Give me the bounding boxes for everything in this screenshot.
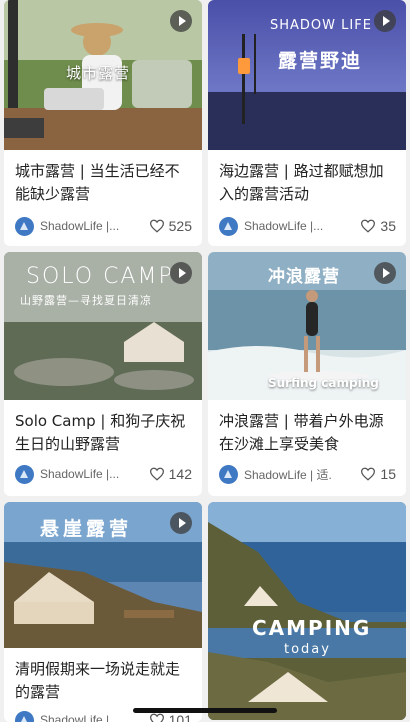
heart-icon [360, 467, 376, 481]
like-button[interactable]: 35 [360, 218, 396, 234]
post-thumbnail[interactable]: SOLO CAMP 山野露营—寻找夏日清凉 [4, 252, 202, 400]
thumbnail-caption: 悬崖露营 [40, 514, 132, 541]
heart-icon [149, 467, 165, 481]
post-title[interactable]: Solo Camp | 和狗子庆祝生日的山野露营 [15, 410, 192, 456]
avatar[interactable] [219, 217, 238, 236]
avatar[interactable] [15, 217, 34, 236]
post-meta: ShadowLife |... 35 [219, 216, 396, 236]
post-title[interactable]: 城市露营 | 当生活已经不能缺少露营 [15, 160, 192, 206]
like-count: 15 [380, 466, 396, 482]
post-title[interactable]: 清明假期来一场说走就走的露营 [15, 658, 192, 704]
author-name[interactable]: ShadowLife | 适... [244, 466, 332, 483]
thumbnail-caption-top: SHADOW LIFE [270, 18, 372, 33]
post-thumbnail[interactable]: SHADOW LIFE 露营野迪 [208, 0, 406, 150]
heart-icon [360, 219, 376, 233]
thumbnail-caption-bottom: today [284, 642, 331, 657]
thumbnail-caption: 山野露营—寻找夏日清凉 [20, 292, 152, 308]
post-thumbnail[interactable]: 城市露营 [4, 0, 202, 150]
post-card-cliff-camping[interactable]: 悬崖露营 清明假期来一场说走就走的露营 ShadowLife |... 101 [4, 502, 202, 722]
like-count: 35 [380, 218, 396, 234]
thumbnail-caption: CAMPING [252, 616, 371, 640]
post-title[interactable]: 冲浪露营 | 带着户外电源在沙滩上享受美食 [219, 410, 396, 456]
avatar[interactable] [15, 465, 34, 484]
play-icon [170, 262, 192, 284]
post-feed: 城市露营 城市露营 | 当生活已经不能缺少露营 ShadowLife |... … [0, 0, 410, 720]
post-card-solo-camp[interactable]: SOLO CAMP 山野露营—寻找夏日清凉 Solo Camp | 和狗子庆祝生… [4, 252, 202, 496]
post-thumbnail[interactable]: 悬崖露营 [4, 502, 202, 648]
like-count: 525 [169, 218, 192, 234]
thumbnail-caption-bottom: Surfing camping [268, 376, 379, 390]
author-name[interactable]: ShadowLife |... [40, 467, 128, 481]
play-icon [374, 10, 396, 32]
like-count: 142 [169, 466, 192, 482]
thumbnail-caption: 冲浪露营 [268, 262, 340, 287]
like-button[interactable]: 101 [149, 712, 192, 722]
author-name[interactable]: ShadowLife |... [40, 713, 128, 722]
like-button[interactable]: 15 [360, 466, 396, 482]
home-indicator[interactable] [133, 708, 277, 713]
like-button[interactable]: 142 [149, 466, 192, 482]
heart-icon [149, 713, 165, 722]
like-button[interactable]: 525 [149, 218, 192, 234]
author-name[interactable]: ShadowLife |... [244, 219, 332, 233]
post-title[interactable]: 海边露营 | 路过都赋想加入的露营活动 [219, 160, 396, 206]
post-thumbnail[interactable]: CAMPING today [208, 502, 406, 720]
author-name[interactable]: ShadowLife |... [40, 219, 128, 233]
post-card-surf-camping[interactable]: 冲浪露营 Surfing camping 冲浪露营 | 带着户外电源在沙滩上享受… [208, 252, 406, 496]
thumbnail-caption-top: SOLO CAMP [26, 264, 174, 289]
post-card-beach-camping[interactable]: SHADOW LIFE 露营野迪 海边露营 | 路过都赋想加入的露营活动 Sha… [208, 0, 406, 246]
post-card-city-camping[interactable]: 城市露营 城市露营 | 当生活已经不能缺少露营 ShadowLife |... … [4, 0, 202, 246]
thumbnail-caption: 露营野迪 [278, 46, 362, 73]
post-meta: ShadowLife | 适... 15 [219, 464, 396, 484]
post-thumbnail[interactable]: 冲浪露营 Surfing camping [208, 252, 406, 400]
thumbnail-caption: 城市露营 [66, 62, 130, 83]
post-meta: ShadowLife |... 525 [15, 216, 192, 236]
post-meta: ShadowLife |... 142 [15, 464, 192, 484]
play-icon [170, 512, 192, 534]
like-count: 101 [169, 712, 192, 722]
avatar[interactable] [219, 465, 238, 484]
post-card-camping-today[interactable]: CAMPING today [208, 502, 406, 720]
play-icon [170, 10, 192, 32]
heart-icon [149, 219, 165, 233]
play-icon [374, 262, 396, 284]
avatar[interactable] [15, 711, 34, 722]
